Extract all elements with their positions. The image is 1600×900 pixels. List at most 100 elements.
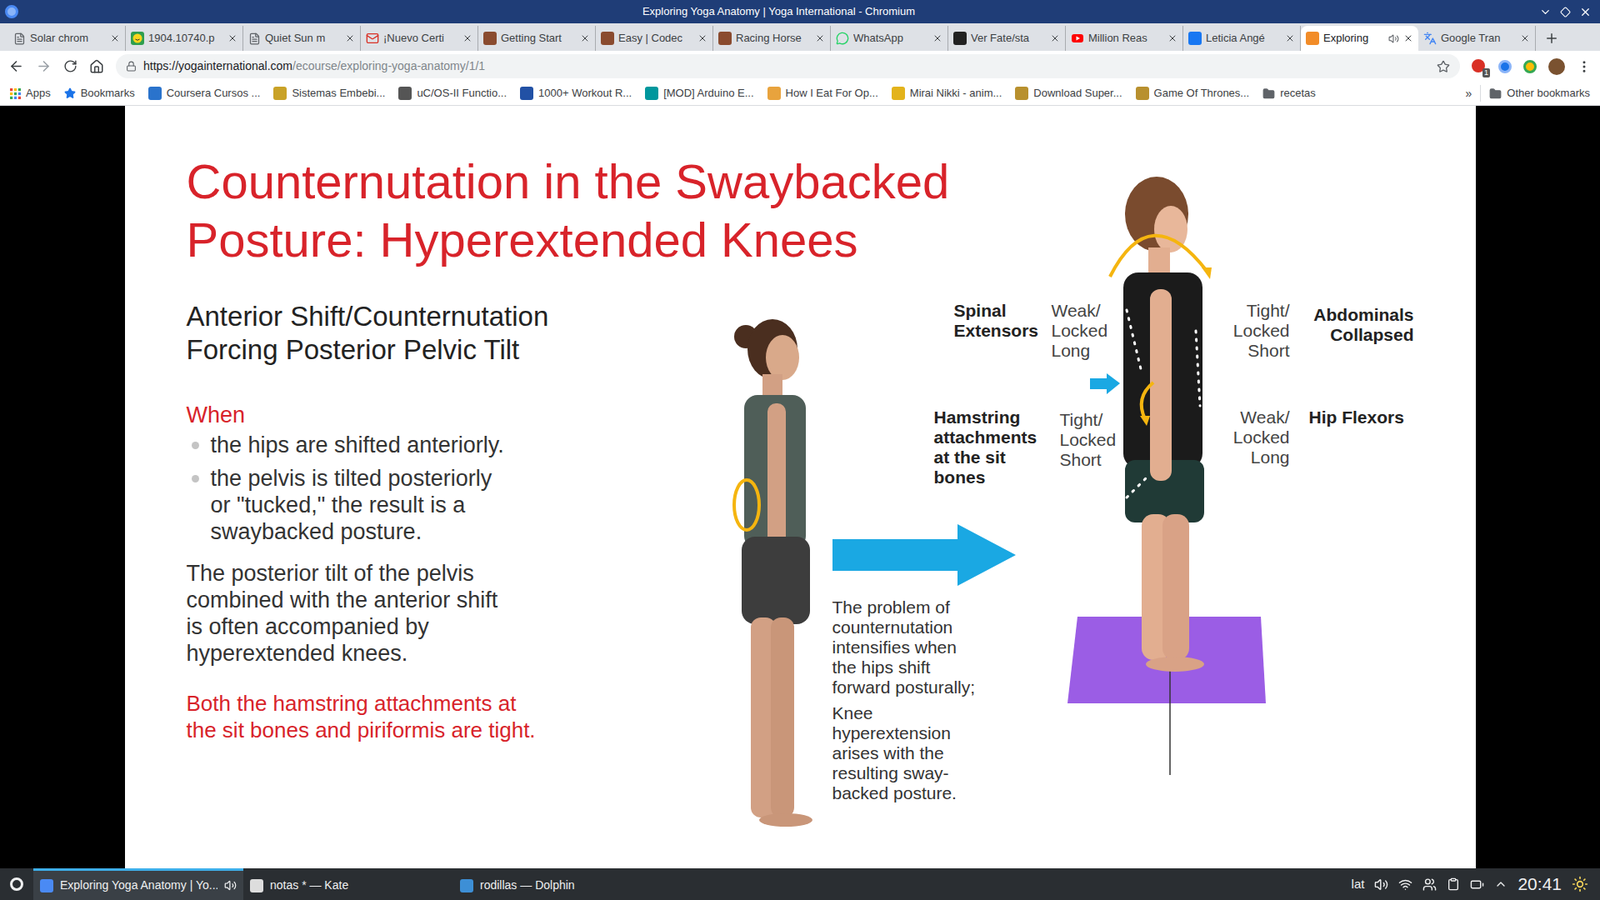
bookmark[interactable]: Apps [10, 85, 51, 102]
tray-expand-icon[interactable] [1494, 877, 1508, 891]
maximize-icon[interactable] [1560, 6, 1571, 18]
tab-close-icon[interactable] [580, 33, 590, 44]
clipboard-icon[interactable] [1446, 877, 1460, 891]
extension-button[interactable]: 1 [1471, 59, 1487, 75]
bullet-list: the hips are shifted anteriorly. the pelv… [186, 431, 770, 545]
tab[interactable]: ¡Nuevo Certi [360, 25, 479, 51]
tab-close-icon[interactable] [345, 33, 355, 44]
tab[interactable]: WhatsApp [830, 25, 949, 51]
tab[interactable]: Million Reas [1065, 25, 1184, 51]
tab[interactable]: Easy | Codec [595, 25, 714, 51]
lock-icon[interactable] [125, 60, 137, 72]
tab[interactable]: Getting Start [478, 25, 596, 51]
reload-icon[interactable] [63, 59, 78, 74]
star-icon [64, 87, 76, 100]
bookmark[interactable]: uC/OS-II Functio... [398, 85, 507, 102]
bookmark[interactable]: Sistemas Embebi... [273, 85, 385, 102]
weather-icon[interactable] [1571, 875, 1589, 893]
document-icon [13, 32, 26, 45]
tab[interactable]: Solar chrom [8, 25, 126, 51]
profile-avatar-icon[interactable] [1548, 58, 1565, 75]
bullet-item: the pelvis is tilted posteriorlyor "tuck… [186, 465, 770, 545]
tab[interactable]: Ver Fate/sta [948, 25, 1066, 51]
task-button[interactable]: notas * — Kate [243, 868, 454, 900]
highlight-note: Both the hamstring attachments atthe sit… [186, 690, 770, 744]
tab-close-icon[interactable] [815, 33, 825, 44]
keyboard-layout[interactable]: lat [1351, 875, 1365, 895]
other-bookmarks[interactable]: Other bookmarks [1480, 85, 1590, 102]
favicon-icon [40, 879, 54, 893]
battery-icon[interactable] [1470, 877, 1485, 892]
users-icon[interactable] [1422, 877, 1437, 892]
tab-close-icon[interactable] [1403, 33, 1414, 44]
home-icon[interactable] [89, 59, 105, 75]
folder-icon [1262, 87, 1275, 100]
bookmark[interactable]: How I Eat For Op... [767, 85, 879, 102]
bookmark[interactable]: Coursera Cursos ... [148, 85, 261, 102]
bookmark[interactable]: Download Super... [1015, 85, 1122, 102]
bookmarks-overflow[interactable]: » [1457, 85, 1481, 103]
new-tab-icon[interactable] [1544, 30, 1560, 46]
url: https://yogainternational.com/ecourse/ex… [143, 57, 1430, 75]
tab[interactable]: Quiet Sun m [243, 25, 361, 51]
volume-icon[interactable] [1374, 877, 1389, 892]
address-bar[interactable]: https://yogainternational.com/ecourse/ex… [115, 54, 1460, 79]
whatsapp-icon [835, 31, 850, 45]
slide-title: Counternutation in the SwaybackedPosture… [186, 152, 1476, 270]
bookmark[interactable]: recetas [1262, 85, 1316, 102]
launcher-button[interactable] [0, 877, 34, 891]
bookmark[interactable]: Bookmarks [64, 85, 135, 102]
tab[interactable]: Exploring [1300, 25, 1419, 51]
tab-close-icon[interactable] [462, 33, 473, 44]
favicon-icon [953, 31, 967, 45]
system-tray: lat 20:41 [1351, 870, 1600, 898]
clock[interactable]: 20:41 [1517, 870, 1562, 898]
network-icon[interactable] [1398, 877, 1413, 892]
task-button[interactable]: rodillas — Dolphin [453, 868, 664, 900]
bookmark[interactable]: Mirai Nikki - anim... [891, 85, 1003, 102]
extension-icon[interactable] [1498, 60, 1512, 74]
tab[interactable]: 1904.10740.p [125, 25, 244, 51]
bullet-dot [191, 441, 200, 450]
favicon-icon [398, 86, 412, 100]
audio-playing-icon[interactable] [1388, 33, 1400, 45]
task-button[interactable]: Exploring Yoga Anatomy | Yo... [33, 868, 244, 900]
tab-close-icon[interactable] [697, 33, 708, 44]
slide-subtitle: Anterior Shift/CounternutationForcing Po… [186, 300, 770, 367]
tab-label: Quiet Sun m [265, 30, 341, 47]
title-bar: Exploring Yoga Anatomy | Yoga Internatio… [0, 0, 1600, 24]
bullet-item: the hips are shifted anteriorly. [186, 431, 770, 459]
minimize-icon[interactable] [1539, 5, 1552, 19]
tab-close-icon[interactable] [1520, 33, 1530, 44]
tab-close-icon[interactable] [110, 33, 120, 44]
bookmark-star-icon[interactable] [1436, 60, 1450, 74]
bookmark[interactable]: [MOD] Arduino E... [645, 85, 754, 102]
chromium-icon [5, 5, 19, 19]
window-title: Exploring Yoga Anatomy | Yoga Internatio… [18, 3, 1540, 20]
tab-label: Ver Fate/sta [970, 30, 1046, 47]
close-icon[interactable] [1579, 5, 1592, 19]
transition-arrow-icon [832, 524, 1016, 586]
tab-label: Leticia Angé [1205, 30, 1281, 47]
forward-icon[interactable] [35, 58, 52, 75]
tab-label: 1904.10740.p [148, 30, 224, 47]
when-heading: When [186, 401, 770, 429]
favicon-icon [718, 31, 732, 45]
bookmark[interactable]: 1000+ Workout R... [520, 85, 632, 102]
bookmark[interactable]: Game Of Thrones... [1135, 85, 1250, 102]
tab[interactable]: Leticia Angé [1183, 25, 1301, 51]
audio-playing-icon[interactable] [224, 879, 237, 892]
folder-icon [1489, 87, 1502, 100]
tab-close-icon[interactable] [932, 33, 943, 44]
bookmarks-bar: Apps Bookmarks Coursera Cursos ... Sistemas… [0, 81, 1600, 106]
tab[interactable]: Racing Horse [713, 25, 831, 51]
favicon-icon [1305, 31, 1320, 45]
chrome-extension-icon[interactable] [1523, 60, 1537, 74]
menu-icon[interactable] [1576, 59, 1592, 75]
tab-close-icon[interactable] [1167, 33, 1178, 44]
tab-close-icon[interactable] [1050, 33, 1060, 44]
tab[interactable]: Google Tran [1418, 25, 1536, 51]
tab-close-icon[interactable] [227, 33, 238, 44]
back-icon[interactable] [8, 58, 25, 75]
tab-close-icon[interactable] [1285, 33, 1295, 44]
